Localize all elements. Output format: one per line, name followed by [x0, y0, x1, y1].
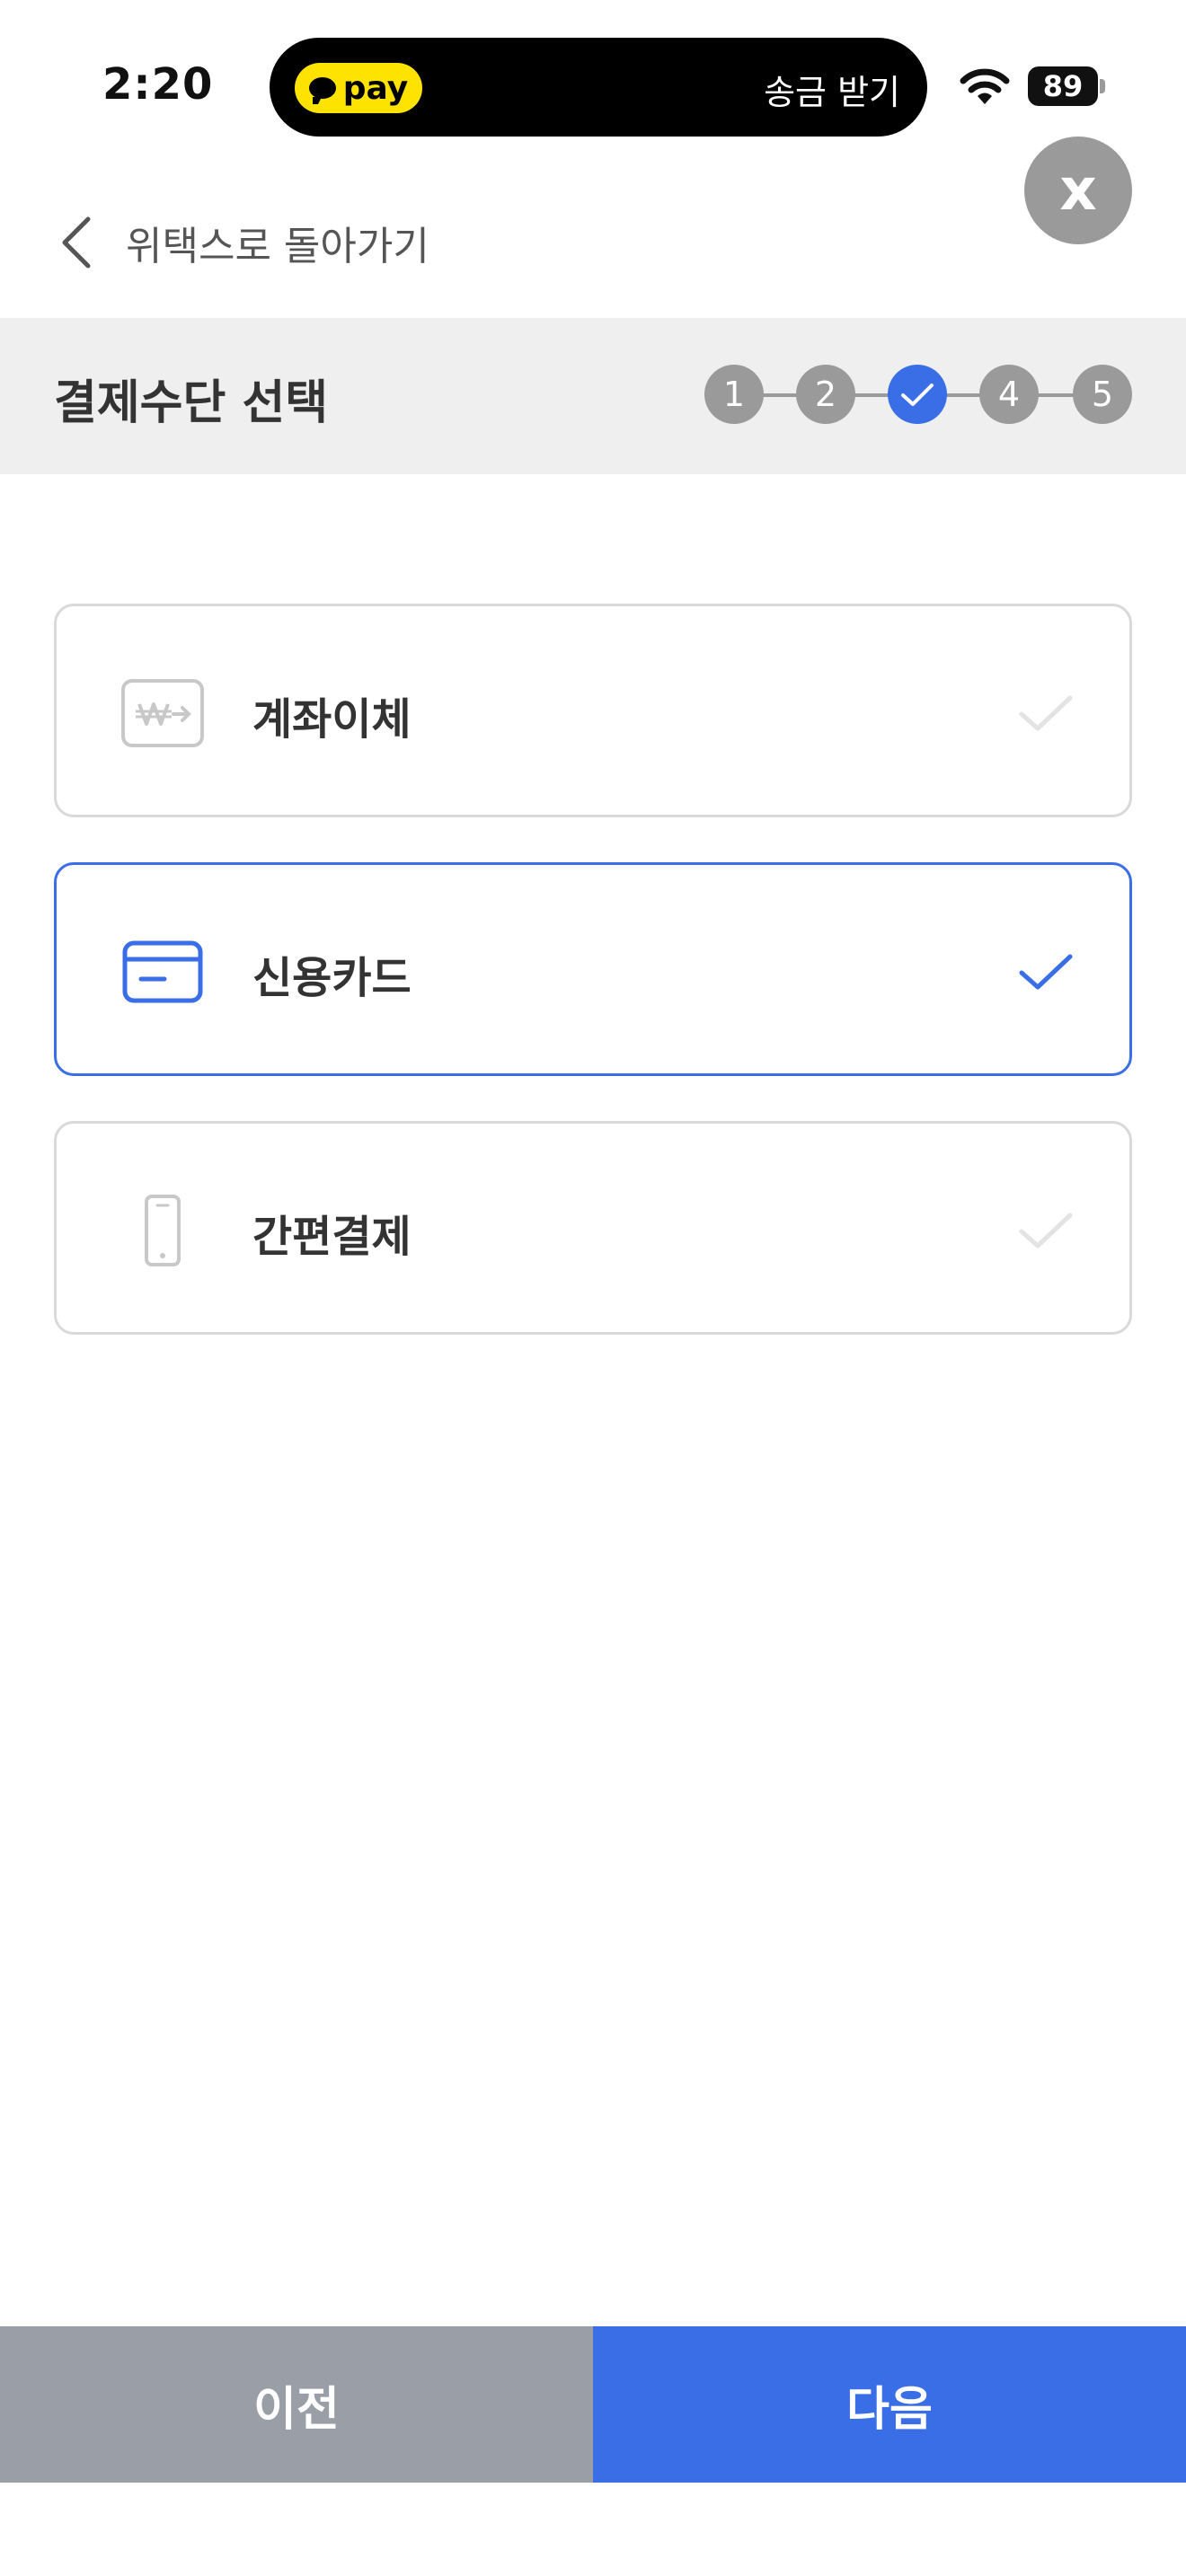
- option-bank-transfer[interactable]: 계좌이체: [54, 604, 1132, 817]
- status-time: 2:20: [102, 59, 214, 110]
- dynamic-island[interactable]: pay 송금 받기: [270, 38, 927, 137]
- phone-icon: [145, 1195, 181, 1266]
- next-button[interactable]: 다음: [593, 2326, 1186, 2483]
- battery-level: 89: [1028, 66, 1098, 106]
- chevron-left-icon: [62, 216, 91, 269]
- check-icon: [1019, 954, 1073, 990]
- option-easy-payment[interactable]: 간편결제: [54, 1121, 1132, 1335]
- step-indicator: 1 2 4 5: [704, 365, 1134, 426]
- battery-icon: 89: [1028, 66, 1105, 106]
- option-label: 신용카드: [252, 953, 412, 1003]
- option-label: 간편결제: [252, 1212, 412, 1262]
- back-label: 위택스로 돌아가기: [126, 224, 429, 269]
- battery-tip: [1100, 79, 1105, 93]
- page-title: 결제수단 선택: [54, 376, 329, 430]
- bank-transfer-icon: [121, 679, 204, 747]
- back-to-wetax-link[interactable]: 위택스로 돌아가기: [54, 207, 429, 278]
- option-label: 계좌이체: [252, 694, 412, 745]
- step-2: 2: [796, 365, 855, 424]
- credit-card-icon: [122, 940, 203, 1003]
- speech-bubble-icon: [308, 77, 336, 104]
- step-5: 5: [1073, 365, 1132, 424]
- receive-money-text: 송금 받기: [764, 73, 900, 112]
- payment-method-screen: 2:20 pay 송금 받기 89 x 위택스로 돌아가기 결제수단 선택 1 …: [0, 0, 1186, 2576]
- option-credit-card[interactable]: 신용카드: [54, 862, 1132, 1076]
- kakaopay-badge: pay: [295, 63, 422, 113]
- wifi-icon: [960, 68, 1010, 104]
- step-4: 4: [979, 365, 1039, 424]
- check-icon: [1019, 1213, 1073, 1248]
- step-1: 1: [704, 365, 764, 424]
- previous-button[interactable]: 이전: [0, 2326, 593, 2483]
- pay-label: pay: [342, 69, 409, 107]
- header-band: 결제수단 선택 1 2 4 5: [0, 318, 1186, 474]
- check-icon: [1019, 695, 1073, 731]
- close-button[interactable]: x: [1024, 137, 1132, 244]
- check-icon: [901, 384, 934, 406]
- step-3-current: [888, 365, 947, 424]
